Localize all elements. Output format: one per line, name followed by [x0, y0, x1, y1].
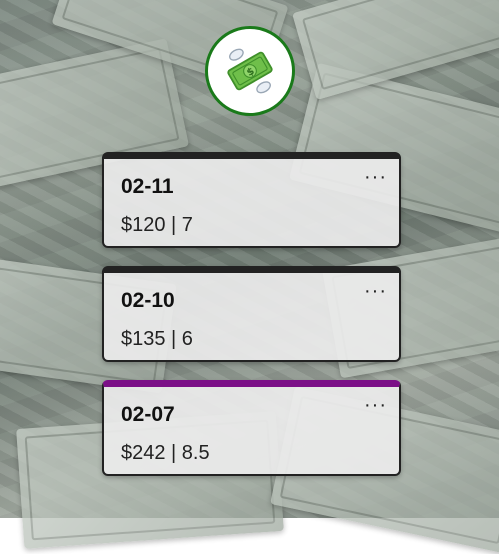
entry-summary: $120 | 7 — [121, 214, 193, 236]
money-with-wings-icon: $ — [227, 48, 273, 94]
more-options-icon[interactable]: ··· — [364, 281, 387, 301]
entry-date: 02-07 — [121, 403, 175, 426]
avatar[interactable]: $ — [205, 26, 295, 116]
entry-summary: $135 | 6 — [121, 328, 193, 350]
entry-card[interactable]: 02-07 $242 | 8.5 ··· — [102, 380, 401, 476]
entry-card[interactable]: 02-10 $135 | 6 ··· — [102, 266, 401, 362]
entry-card[interactable]: 02-11 $120 | 7 ··· — [102, 152, 401, 248]
entry-date: 02-10 — [121, 289, 175, 312]
more-options-icon[interactable]: ··· — [364, 167, 387, 187]
entry-summary: $242 | 8.5 — [121, 442, 210, 464]
more-options-icon[interactable]: ··· — [364, 395, 387, 415]
entry-date: 02-11 — [121, 175, 174, 198]
